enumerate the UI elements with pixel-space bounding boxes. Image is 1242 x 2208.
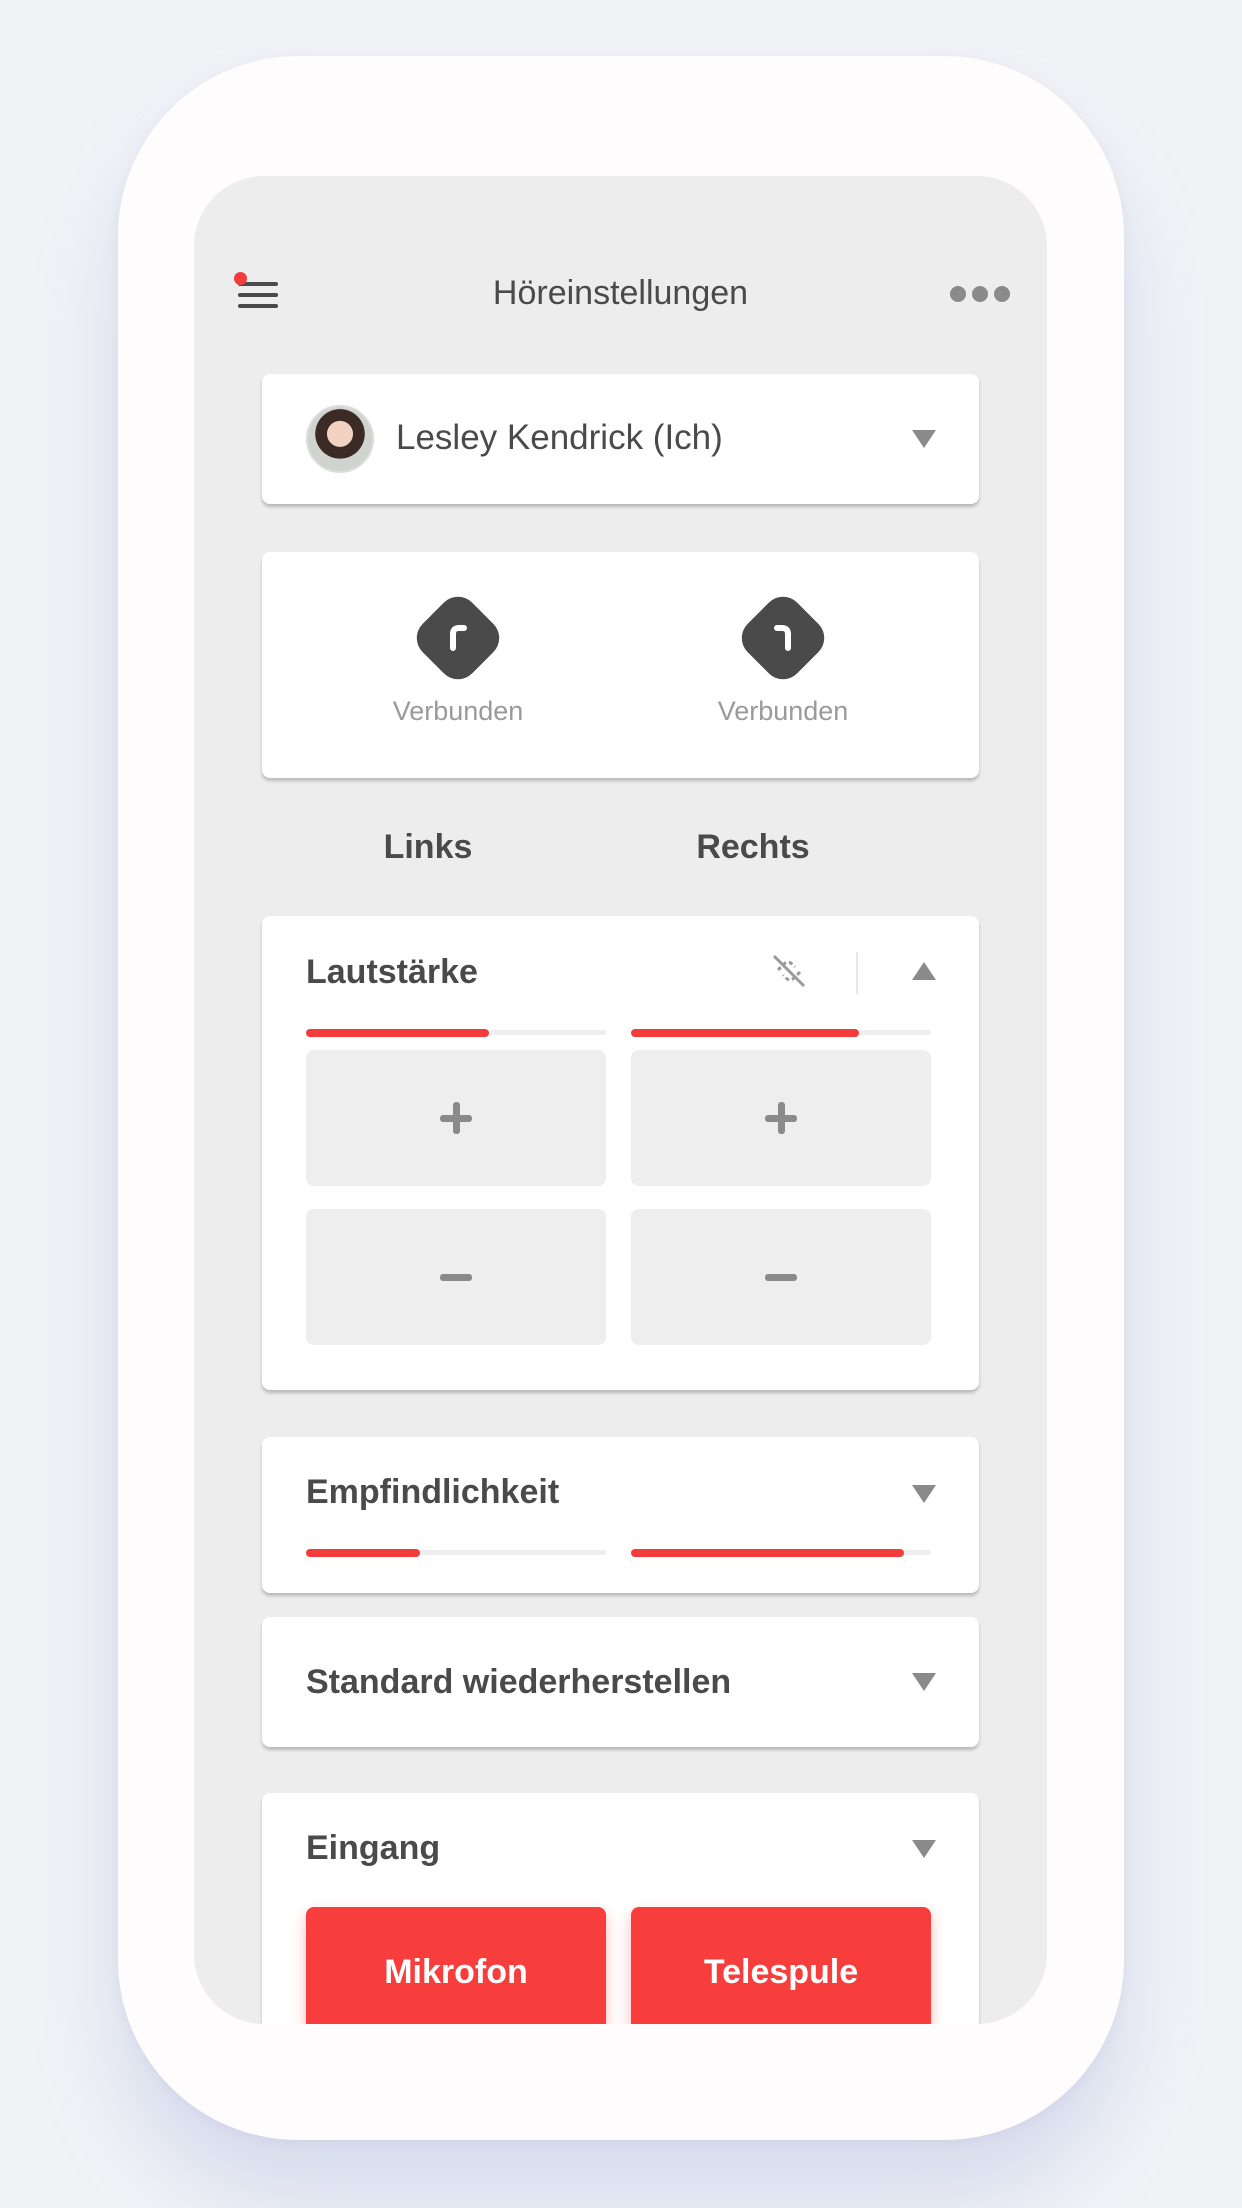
avatar xyxy=(306,405,374,473)
microphone-button[interactable]: Mikrofon xyxy=(306,1907,606,2024)
profile-selector[interactable]: Lesley Kendrick (Ich) xyxy=(262,374,979,504)
volume-left-minus-button[interactable] xyxy=(306,1209,606,1345)
app-screen: Höreinstellungen Lesley Kendrick (Ich) V… xyxy=(194,176,1047,2024)
triangle-down-icon[interactable] xyxy=(912,1673,936,1691)
sensitivity-card[interactable]: Empfindlichkeit xyxy=(262,1437,979,1593)
volume-left-plus-button[interactable] xyxy=(306,1050,606,1186)
input-card: Eingang Mikrofon Telespule xyxy=(262,1793,979,2024)
unlink-icon[interactable] xyxy=(768,950,810,992)
hearing-aid-left-icon[interactable] xyxy=(408,588,508,688)
volume-right-minus-button[interactable] xyxy=(631,1209,931,1345)
sensitivity-slider-left[interactable] xyxy=(306,1549,606,1557)
sensitivity-right-fill xyxy=(631,1549,904,1557)
plus-icon xyxy=(440,1102,472,1134)
minus-icon xyxy=(440,1273,472,1281)
input-title: Eingang xyxy=(306,1829,441,1867)
minus-icon xyxy=(765,1273,797,1281)
left-device-status: Verbunden xyxy=(392,696,524,726)
divider xyxy=(856,952,858,994)
plus-icon xyxy=(765,1102,797,1134)
hamburger-menu-icon[interactable] xyxy=(234,272,282,316)
triangle-down-icon xyxy=(912,430,936,448)
triangle-down-icon[interactable] xyxy=(912,1485,936,1503)
volume-left-fill xyxy=(306,1029,489,1037)
notification-dot xyxy=(234,272,247,285)
reset-card[interactable]: Standard wiederherstellen xyxy=(262,1617,979,1747)
telecoil-button[interactable]: Telespule xyxy=(631,1907,931,2024)
hearing-aid-right-icon[interactable] xyxy=(733,588,833,688)
devices-card: Verbunden Verbunden xyxy=(262,552,979,778)
more-dots-icon[interactable] xyxy=(950,286,1010,302)
volume-slider-right[interactable] xyxy=(631,1029,931,1037)
triangle-up-icon[interactable] xyxy=(912,962,936,980)
side-label-right: Rechts xyxy=(696,828,810,866)
volume-card: Lautstärke xyxy=(262,916,979,1390)
sensitivity-title: Empfindlichkeit xyxy=(306,1473,560,1511)
side-label-left: Links xyxy=(383,828,473,866)
volume-right-plus-button[interactable] xyxy=(631,1050,931,1186)
triangle-down-icon[interactable] xyxy=(912,1840,936,1858)
page-title: Höreinstellungen xyxy=(492,274,749,312)
reset-title: Standard wiederherstellen xyxy=(306,1663,732,1701)
volume-title: Lautstärke xyxy=(306,953,478,991)
sensitivity-slider-right[interactable] xyxy=(631,1549,931,1557)
volume-right-fill xyxy=(631,1029,859,1037)
right-device-status: Verbunden xyxy=(717,696,849,726)
volume-slider-left[interactable] xyxy=(306,1029,606,1037)
profile-name: Lesley Kendrick (Ich) xyxy=(396,418,723,457)
sensitivity-left-fill xyxy=(306,1549,420,1557)
